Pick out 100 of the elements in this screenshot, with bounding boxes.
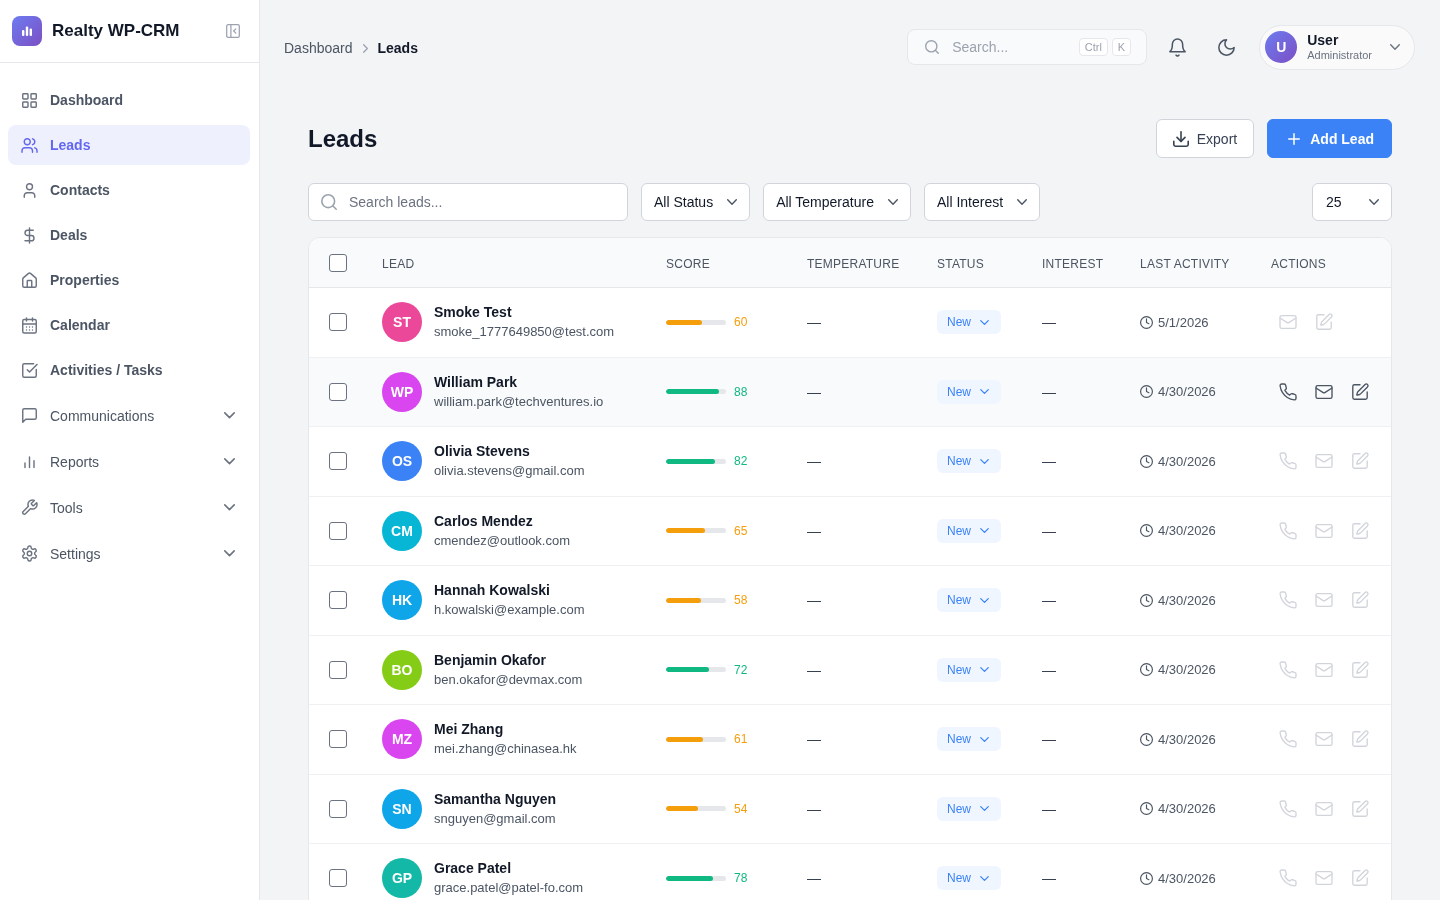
nav-item[interactable]: Settings <box>8 533 250 574</box>
score-value: 54 <box>734 801 748 816</box>
table-row[interactable]: SN Samantha Nguyen snguyen@gmail.com 54 — New — 4/30/2026 <box>309 774 1391 844</box>
checkbox[interactable] <box>329 660 347 679</box>
checkbox[interactable] <box>329 730 347 749</box>
table-row[interactable]: GP Grace Patel grace.patel@patel-fo.com 78 — New — 4/30/2026 <box>309 844 1391 900</box>
score-value: 72 <box>734 662 748 677</box>
nav-item[interactable]: Deals <box>8 215 250 255</box>
lead-email: cmendez@outlook.com <box>434 531 571 550</box>
interest-value: — <box>1042 453 1056 470</box>
checkbox[interactable] <box>329 313 347 332</box>
table-row[interactable]: CM Carlos Mendez cmendez@outlook.com 65 — New — 4/30/2026 <box>309 496 1391 566</box>
clock-icon <box>1140 524 1153 538</box>
user-menu[interactable]: U User Administrator <box>1259 24 1415 70</box>
lead-name[interactable]: Benjamin Okafor <box>434 649 547 670</box>
calendar-icon <box>22 317 37 333</box>
lead-name[interactable]: William Park <box>434 371 518 392</box>
nav-item[interactable]: Tools <box>8 487 250 528</box>
last-activity-date: 4/30/2026 <box>1158 662 1216 678</box>
last-activity-date: 4/30/2026 <box>1158 801 1216 817</box>
logo-icon <box>12 16 42 46</box>
export-button[interactable]: Export <box>1155 119 1255 158</box>
checkbox[interactable] <box>329 521 347 540</box>
dollar-icon <box>22 227 37 243</box>
table-row[interactable]: OS Olivia Stevens olivia.stevens@gmail.com 82 — New — 4/30/2026 <box>309 427 1391 497</box>
chevron-down-icon <box>980 389 989 395</box>
chevron-down-icon <box>1390 44 1400 50</box>
nav-item[interactable]: Activities / Tasks <box>8 350 250 390</box>
last-activity-date: 5/1/2026 <box>1158 314 1209 330</box>
brand-name: Realty WP-CRM <box>52 21 181 41</box>
nav-item[interactable]: Communications <box>8 395 250 436</box>
checkbox[interactable] <box>329 253 347 272</box>
chevron-down-icon <box>1017 199 1028 205</box>
checked-square-icon <box>22 362 37 378</box>
checkbox[interactable] <box>329 591 347 610</box>
nav-item[interactable]: Reports <box>8 441 250 482</box>
filter-dropdown[interactable]: All Temperature <box>763 183 911 221</box>
last-activity-date: 4/30/2026 <box>1158 453 1216 469</box>
filter-dropdown[interactable]: All Status <box>641 183 751 221</box>
clock-icon <box>1140 454 1153 468</box>
search-field[interactable]: Search leads... <box>308 183 628 221</box>
nav-item[interactable]: Properties <box>8 260 250 300</box>
temperature-value: — <box>807 800 821 817</box>
lead-name[interactable]: Smoke Test <box>434 302 512 323</box>
settings-icon <box>22 546 37 561</box>
checkbox[interactable] <box>329 869 347 888</box>
breadcrumb-link[interactable]: Dashboard <box>284 40 353 56</box>
temperature-value: — <box>807 731 821 748</box>
nav-item[interactable]: Contacts <box>8 170 250 210</box>
lead-email: snguyen@gmail.com <box>434 809 556 828</box>
wrench-icon <box>22 500 37 515</box>
filter-dropdown[interactable]: All Interest <box>923 183 1041 221</box>
temperature-value: — <box>807 383 821 400</box>
nav-item[interactable]: Calendar <box>8 305 250 345</box>
user-role: Administrator <box>1307 48 1372 62</box>
temperature-value: — <box>807 453 821 470</box>
clock-icon <box>1140 315 1153 329</box>
nav-item[interactable]: Dashboard <box>8 80 250 120</box>
notifications-bell-icon[interactable] <box>1169 38 1187 56</box>
moon-icon[interactable] <box>1218 38 1236 56</box>
checkbox[interactable] <box>329 452 347 471</box>
checkbox[interactable] <box>329 382 347 401</box>
column-header: SCORE <box>666 256 710 271</box>
last-activity-date: 4/30/2026 <box>1158 384 1216 400</box>
table-row[interactable]: WP William Park william.park@techventures.io 88 — New — 4/30/2026 <box>309 357 1391 427</box>
initials-avatar: MZ <box>382 719 422 760</box>
table-row[interactable]: BO Benjamin Okafor ben.okafor@devmax.com 72 — New — 4/30/2026 <box>309 635 1391 705</box>
house-icon <box>22 272 37 288</box>
page-title: Leads <box>308 124 378 153</box>
lead-name[interactable]: Mei Zhang <box>434 719 504 740</box>
mail-icon[interactable] <box>1316 383 1332 400</box>
nav-item[interactable]: Leads <box>8 125 250 165</box>
chevron-down-icon <box>980 528 989 534</box>
interest-value: — <box>1042 800 1056 817</box>
add-lead-button[interactable]: Add Lead <box>1267 119 1392 158</box>
lead-name[interactable]: Hannah Kowalski <box>434 580 550 601</box>
interest-value: — <box>1042 731 1056 748</box>
lead-email: mei.zhang@chinasea.hk <box>434 740 577 759</box>
lead-name[interactable]: Samantha Nguyen <box>434 788 557 809</box>
column-header: LEAD <box>382 256 415 271</box>
page-size-dropdown[interactable]: 25 <box>1312 183 1392 221</box>
phone-icon[interactable] <box>1280 383 1296 400</box>
chevron-down-icon <box>887 199 898 205</box>
interest-value: — <box>1042 522 1056 539</box>
chevron-down-icon <box>1369 199 1379 205</box>
collapse-sidebar-icon[interactable] <box>226 24 240 38</box>
initials-avatar: CM <box>382 510 422 551</box>
table-row[interactable]: ST Smoke Test smoke_1777649850@test.com 60 — New — 5/1/2026 <box>309 288 1391 358</box>
checkbox[interactable] <box>329 799 347 818</box>
column-header: STATUS <box>937 256 984 271</box>
clock-icon <box>1140 663 1153 677</box>
table-row[interactable]: MZ Mei Zhang mei.zhang@chinasea.hk 61 — New — 4/30/2026 <box>309 705 1391 775</box>
download-icon <box>1172 130 1189 147</box>
column-header: TEMPERATURE <box>807 256 900 271</box>
lead-name[interactable]: Olivia Stevens <box>434 441 530 462</box>
edit-icon[interactable] <box>1352 383 1368 400</box>
lead-name[interactable]: Grace Patel <box>434 858 512 879</box>
table-row[interactable]: HK Hannah Kowalski h.kowalski@example.com 58 — New — 4/30/2026 <box>309 566 1391 636</box>
lead-name[interactable]: Carlos Mendez <box>434 510 533 531</box>
score-value: 82 <box>734 454 748 469</box>
